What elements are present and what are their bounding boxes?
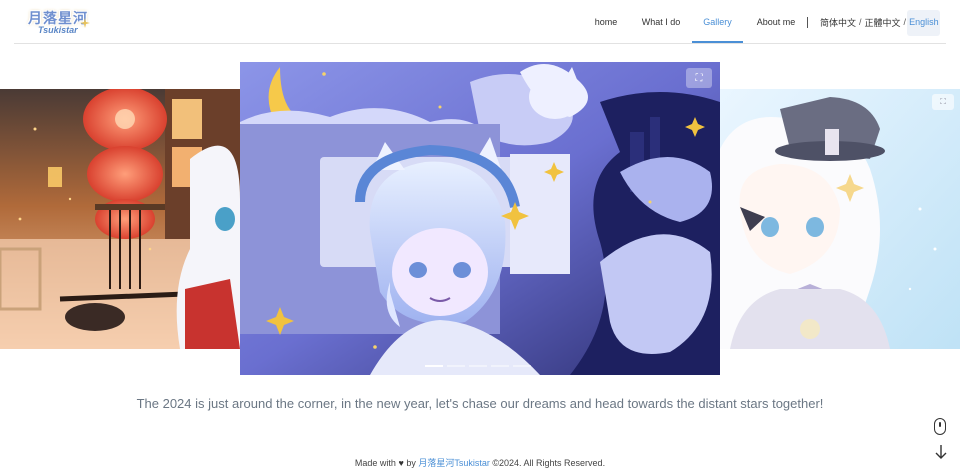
nav-gallery[interactable]: Gallery <box>692 0 743 44</box>
logo-subtitle: Tsukistar <box>38 25 78 35</box>
carousel-dot[interactable] <box>425 365 443 367</box>
footer-copyright: ©2024. All Rights Reserved. <box>492 458 606 468</box>
carousel-indicators <box>425 365 531 367</box>
carousel-dot[interactable] <box>513 365 531 367</box>
site-header: 月落星河 Tsukistar home What I do Gallery Ab… <box>0 0 960 44</box>
carousel-dot[interactable] <box>491 365 509 367</box>
footer-made-with: Made with <box>354 458 396 468</box>
lang-traditional-chinese[interactable]: 正體中文 <box>865 16 901 29</box>
header-divider <box>14 43 946 44</box>
expand-icon[interactable]: ⛶ <box>932 94 954 110</box>
nav-what-i-do[interactable]: What I do <box>636 0 686 44</box>
nav-about-me[interactable]: About me <box>750 0 802 44</box>
expand-icon[interactable]: ⛶ <box>686 68 712 88</box>
lantern-girl-illustration <box>0 89 240 349</box>
site-logo[interactable]: 月落星河 Tsukistar <box>28 8 90 38</box>
nav-divider <box>807 17 808 28</box>
language-switcher: 简体中文 / 正體中文 / English <box>820 0 939 44</box>
gallery-slide-prev[interactable] <box>0 89 240 349</box>
gallery-slide-next[interactable]: ⛶ <box>720 89 960 349</box>
mouse-scroll-icon <box>934 418 946 435</box>
footer-author-link[interactable]: 月落星河Tsukistar <box>418 458 490 468</box>
cat-boy-night-sky-illustration <box>240 62 720 375</box>
lang-simplified-chinese[interactable]: 简体中文 <box>820 16 856 29</box>
arrow-down-icon[interactable] <box>934 444 948 460</box>
logo-star-icon <box>80 18 90 28</box>
heart-icon: ♥ <box>398 458 404 468</box>
lang-separator: / <box>903 17 907 27</box>
lang-separator: / <box>859 17 862 27</box>
gallery-caption: The 2024 is just around the corner, in t… <box>136 396 824 411</box>
gallery-slide-active[interactable]: ⛶ <box>240 62 720 375</box>
carousel-dot[interactable] <box>469 365 487 367</box>
nav-home[interactable]: home <box>588 0 624 44</box>
site-footer: Made with ♥ by 月落星河Tsukistar ©2024. All … <box>0 456 960 469</box>
white-hair-girl-hat-illustration <box>720 89 960 349</box>
carousel-dot[interactable] <box>447 365 465 367</box>
lang-english[interactable]: English <box>909 17 939 27</box>
footer-by: by <box>406 458 416 468</box>
